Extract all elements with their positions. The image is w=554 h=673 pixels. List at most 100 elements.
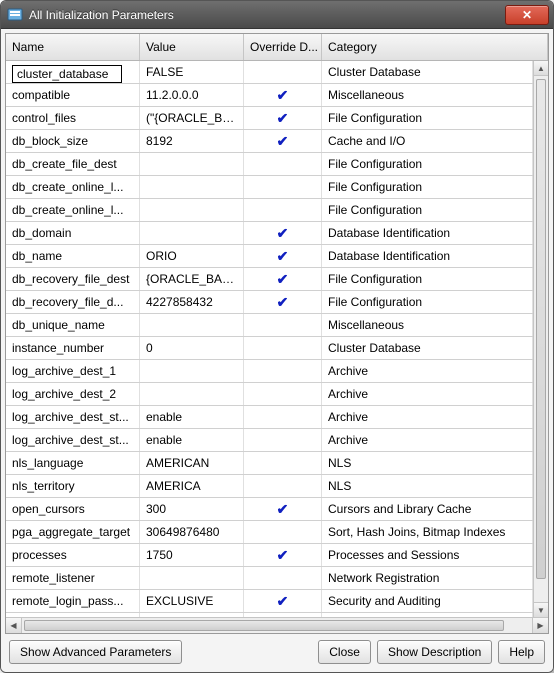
cell-override[interactable] [244, 406, 322, 428]
scroll-left-button[interactable]: ◀ [6, 618, 22, 633]
cell-value[interactable]: 4227858432 [140, 291, 244, 313]
table-row[interactable]: db_create_file_destFile Configuration [6, 153, 533, 176]
cell-value[interactable]: 1750 [140, 544, 244, 566]
cell-override[interactable] [244, 153, 322, 175]
table-row[interactable]: open_cursors300✔Cursors and Library Cach… [6, 498, 533, 521]
cell-value[interactable] [140, 199, 244, 221]
cell-name[interactable]: remote_listener [6, 567, 140, 589]
cell-override[interactable]: ✔ [244, 245, 322, 267]
table-row[interactable]: db_unique_nameMiscellaneous [6, 314, 533, 337]
cell-value[interactable]: 300 [140, 498, 244, 520]
cell-name[interactable]: nls_territory [6, 475, 140, 497]
cell-value[interactable]: AMERICA [140, 475, 244, 497]
cell-name[interactable]: db_domain [6, 222, 140, 244]
cell-name[interactable]: compatible [6, 84, 140, 106]
table-row[interactable]: nls_territoryAMERICANLS [6, 475, 533, 498]
cell-value[interactable]: enable [140, 429, 244, 451]
table-row[interactable]: nls_languageAMERICANNLS [6, 452, 533, 475]
cell-name[interactable]: control_files [6, 107, 140, 129]
selected-cell[interactable]: cluster_database [12, 65, 122, 83]
cell-name[interactable]: pga_aggregate_target [6, 521, 140, 543]
scroll-up-button[interactable]: ▲ [534, 61, 548, 76]
cell-override[interactable]: ✔ [244, 107, 322, 129]
cell-value[interactable]: AMERICAN [140, 452, 244, 474]
cell-name[interactable]: instance_number [6, 337, 140, 359]
cell-name[interactable]: db_block_size [6, 130, 140, 152]
table-row[interactable]: db_recovery_file_d...4227858432✔File Con… [6, 291, 533, 314]
col-header-value[interactable]: Value [140, 34, 244, 60]
cell-override[interactable] [244, 176, 322, 198]
cell-override[interactable] [244, 199, 322, 221]
cell-name[interactable]: cluster_database [6, 61, 140, 83]
cell-value[interactable]: EXCLUSIVE [140, 590, 244, 612]
cell-name[interactable]: db_recovery_file_dest [6, 268, 140, 290]
cell-override[interactable]: ✔ [244, 291, 322, 313]
cell-value[interactable] [140, 153, 244, 175]
cell-override[interactable] [244, 521, 322, 543]
col-header-override[interactable]: Override D... [244, 34, 322, 60]
scroll-right-button[interactable]: ▶ [532, 618, 548, 633]
table-row[interactable]: instance_number0Cluster Database [6, 337, 533, 360]
show-description-button[interactable]: Show Description [377, 640, 492, 664]
table-row[interactable]: remote_login_pass...EXCLUSIVE✔Security a… [6, 590, 533, 613]
cell-override[interactable] [244, 61, 322, 83]
cell-name[interactable]: remote_login_pass... [6, 590, 140, 612]
table-row[interactable]: log_archive_dest_st...enableArchive [6, 406, 533, 429]
cell-value[interactable]: ("{ORACLE_BA... [140, 107, 244, 129]
table-row[interactable]: control_files("{ORACLE_BA...✔File Config… [6, 107, 533, 130]
cell-name[interactable]: db_create_online_l... [6, 176, 140, 198]
cell-override[interactable]: ✔ [244, 222, 322, 244]
cell-name[interactable]: log_archive_dest_2 [6, 383, 140, 405]
table-row[interactable]: db_domain✔Database Identification [6, 222, 533, 245]
close-button[interactable]: Close [318, 640, 371, 664]
cell-name[interactable]: log_archive_dest_st... [6, 429, 140, 451]
table-row[interactable]: cluster_databaseFALSECluster Database [6, 61, 533, 84]
cell-value[interactable]: 0 [140, 337, 244, 359]
cell-override[interactable]: ✔ [244, 84, 322, 106]
cell-name[interactable]: processes [6, 544, 140, 566]
table-row[interactable]: compatible11.2.0.0.0✔Miscellaneous [6, 84, 533, 107]
cell-override[interactable] [244, 429, 322, 451]
cell-override[interactable] [244, 314, 322, 336]
cell-override[interactable] [244, 360, 322, 382]
cell-value[interactable]: 1930 [140, 613, 244, 617]
cell-override[interactable] [244, 452, 322, 474]
cell-override[interactable]: ✔ [244, 498, 322, 520]
col-header-name[interactable]: Name [6, 34, 140, 60]
cell-name[interactable]: db_create_online_l... [6, 199, 140, 221]
cell-value[interactable]: {ORACLE_BAS... [140, 268, 244, 290]
cell-value[interactable] [140, 222, 244, 244]
cell-value[interactable]: enable [140, 406, 244, 428]
cell-override[interactable]: ✔ [244, 268, 322, 290]
table-row[interactable]: sessions1930✔Processes and Sessions [6, 613, 533, 617]
table-row[interactable]: db_nameORIO✔Database Identification [6, 245, 533, 268]
cell-value[interactable]: 8192 [140, 130, 244, 152]
cell-name[interactable]: db_name [6, 245, 140, 267]
cell-value[interactable]: 30649876480 [140, 521, 244, 543]
cell-override[interactable]: ✔ [244, 544, 322, 566]
cell-override[interactable] [244, 337, 322, 359]
table-row[interactable]: pga_aggregate_target30649876480Sort, Has… [6, 521, 533, 544]
cell-name[interactable]: db_recovery_file_d... [6, 291, 140, 313]
scroll-down-button[interactable]: ▼ [534, 602, 548, 617]
cell-name[interactable]: db_unique_name [6, 314, 140, 336]
table-row[interactable]: db_block_size8192✔Cache and I/O [6, 130, 533, 153]
table-row[interactable]: remote_listenerNetwork Registration [6, 567, 533, 590]
cell-name[interactable]: nls_language [6, 452, 140, 474]
table-row[interactable]: db_create_online_l...File Configuration [6, 199, 533, 222]
scroll-thumb-vertical[interactable] [536, 79, 546, 579]
table-row[interactable]: db_recovery_file_dest{ORACLE_BAS...✔File… [6, 268, 533, 291]
cell-override[interactable]: ✔ [244, 590, 322, 612]
table-row[interactable]: log_archive_dest_2Archive [6, 383, 533, 406]
cell-name[interactable]: log_archive_dest_1 [6, 360, 140, 382]
table-row[interactable]: processes1750✔Processes and Sessions [6, 544, 533, 567]
help-button[interactable]: Help [498, 640, 545, 664]
col-header-category[interactable]: Category [322, 34, 548, 60]
cell-name[interactable]: log_archive_dest_st... [6, 406, 140, 428]
scroll-thumb-horizontal[interactable] [24, 620, 504, 631]
horizontal-scrollbar[interactable]: ◀ ▶ [6, 617, 548, 633]
table-row[interactable]: log_archive_dest_st...enableArchive [6, 429, 533, 452]
cell-value[interactable] [140, 360, 244, 382]
table-row[interactable]: db_create_online_l...File Configuration [6, 176, 533, 199]
cell-override[interactable]: ✔ [244, 130, 322, 152]
